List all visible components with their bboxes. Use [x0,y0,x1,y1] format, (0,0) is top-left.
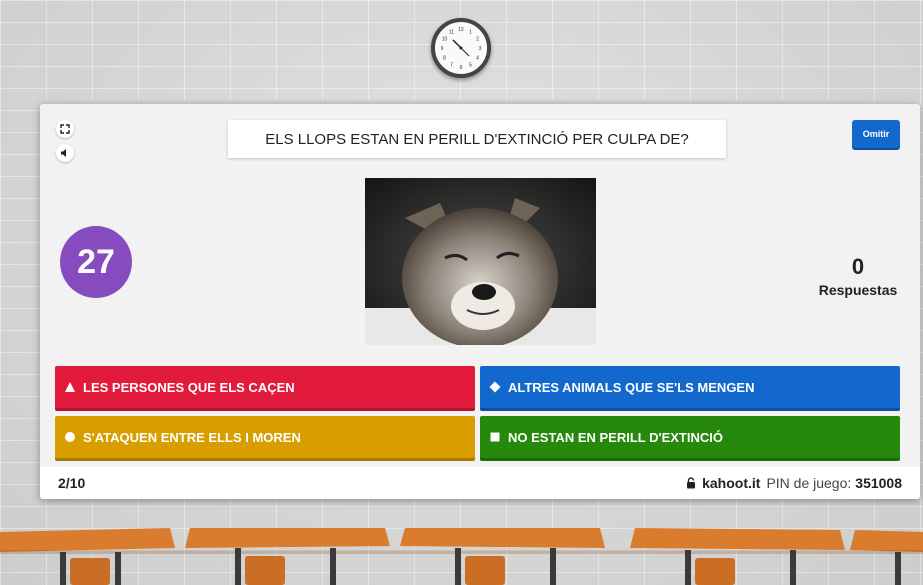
circle-icon [63,430,77,444]
skip-button[interactable]: Omitir [852,120,900,148]
question-progress: 2/10 [58,475,86,491]
answer-blue[interactable]: ALTRES ANIMALS QUE SE'LS MENGEN [480,366,900,408]
classroom-desks [0,520,923,585]
clock-numeral: 8 [443,55,446,61]
sound-button[interactable] [56,144,74,162]
clock-numeral: 4 [476,55,479,61]
clock-numeral: 6 [460,65,463,71]
answer-yellow[interactable]: S'ATAQUEN ENTRE ELLS I MOREN [55,416,475,458]
answer-text: LES PERSONES QUE ELS CAÇEN [83,379,295,395]
countdown-timer: 27 [60,226,132,298]
clock-numeral: 10 [442,36,448,42]
question-title: ELS LLOPS ESTAN EN PERILL D'EXTINCIÓ PER… [228,120,726,158]
pin-info: kahoot.it PIN de juego: 351008 [686,475,902,491]
answer-green[interactable]: NO ESTAN EN PERILL D'EXTINCIÓ [480,416,900,458]
footer-bar: 2/10 kahoot.it PIN de juego: 351008 [40,467,920,499]
answer-text: NO ESTAN EN PERILL D'EXTINCIÓ [508,429,723,445]
fullscreen-icon [60,124,70,134]
site-name: kahoot.it [702,475,761,491]
clock-numeral: 2 [476,36,479,42]
answers-counter: 0 Respuestas [812,254,904,298]
pin-label: PIN de juego: [766,475,852,491]
answer-red[interactable]: LES PERSONES QUE ELS CAÇEN [55,366,475,408]
answer-text: ALTRES ANIMALS QUE SE'LS MENGEN [508,379,755,395]
diamond-icon [488,380,502,394]
speaker-icon [61,149,66,157]
answers-count-label: Respuestas [818,282,898,298]
clock-numeral: 11 [449,29,454,35]
question-image [365,178,596,345]
wall-clock: 12 1 2 3 4 5 6 7 8 9 10 11 [431,18,491,78]
triangle-icon [63,380,77,394]
clock-face-icon: 12 1234567891011 [441,27,482,71]
clock-numeral: 12 [458,27,464,33]
lock-icon [687,477,696,489]
clock-numeral: 9 [441,46,444,52]
clock-numeral: 5 [469,62,472,68]
fullscreen-button[interactable] [56,120,74,138]
answers-count-value: 0 [851,254,865,279]
clock-numeral: 1 [469,29,472,35]
wolf-image [365,178,596,345]
square-icon [488,430,502,444]
answer-text: S'ATAQUEN ENTRE ELLS I MOREN [83,429,301,445]
clock-numeral: 7 [450,62,453,68]
pin-value: 351008 [855,475,902,491]
clock-numeral: 3 [479,46,482,52]
